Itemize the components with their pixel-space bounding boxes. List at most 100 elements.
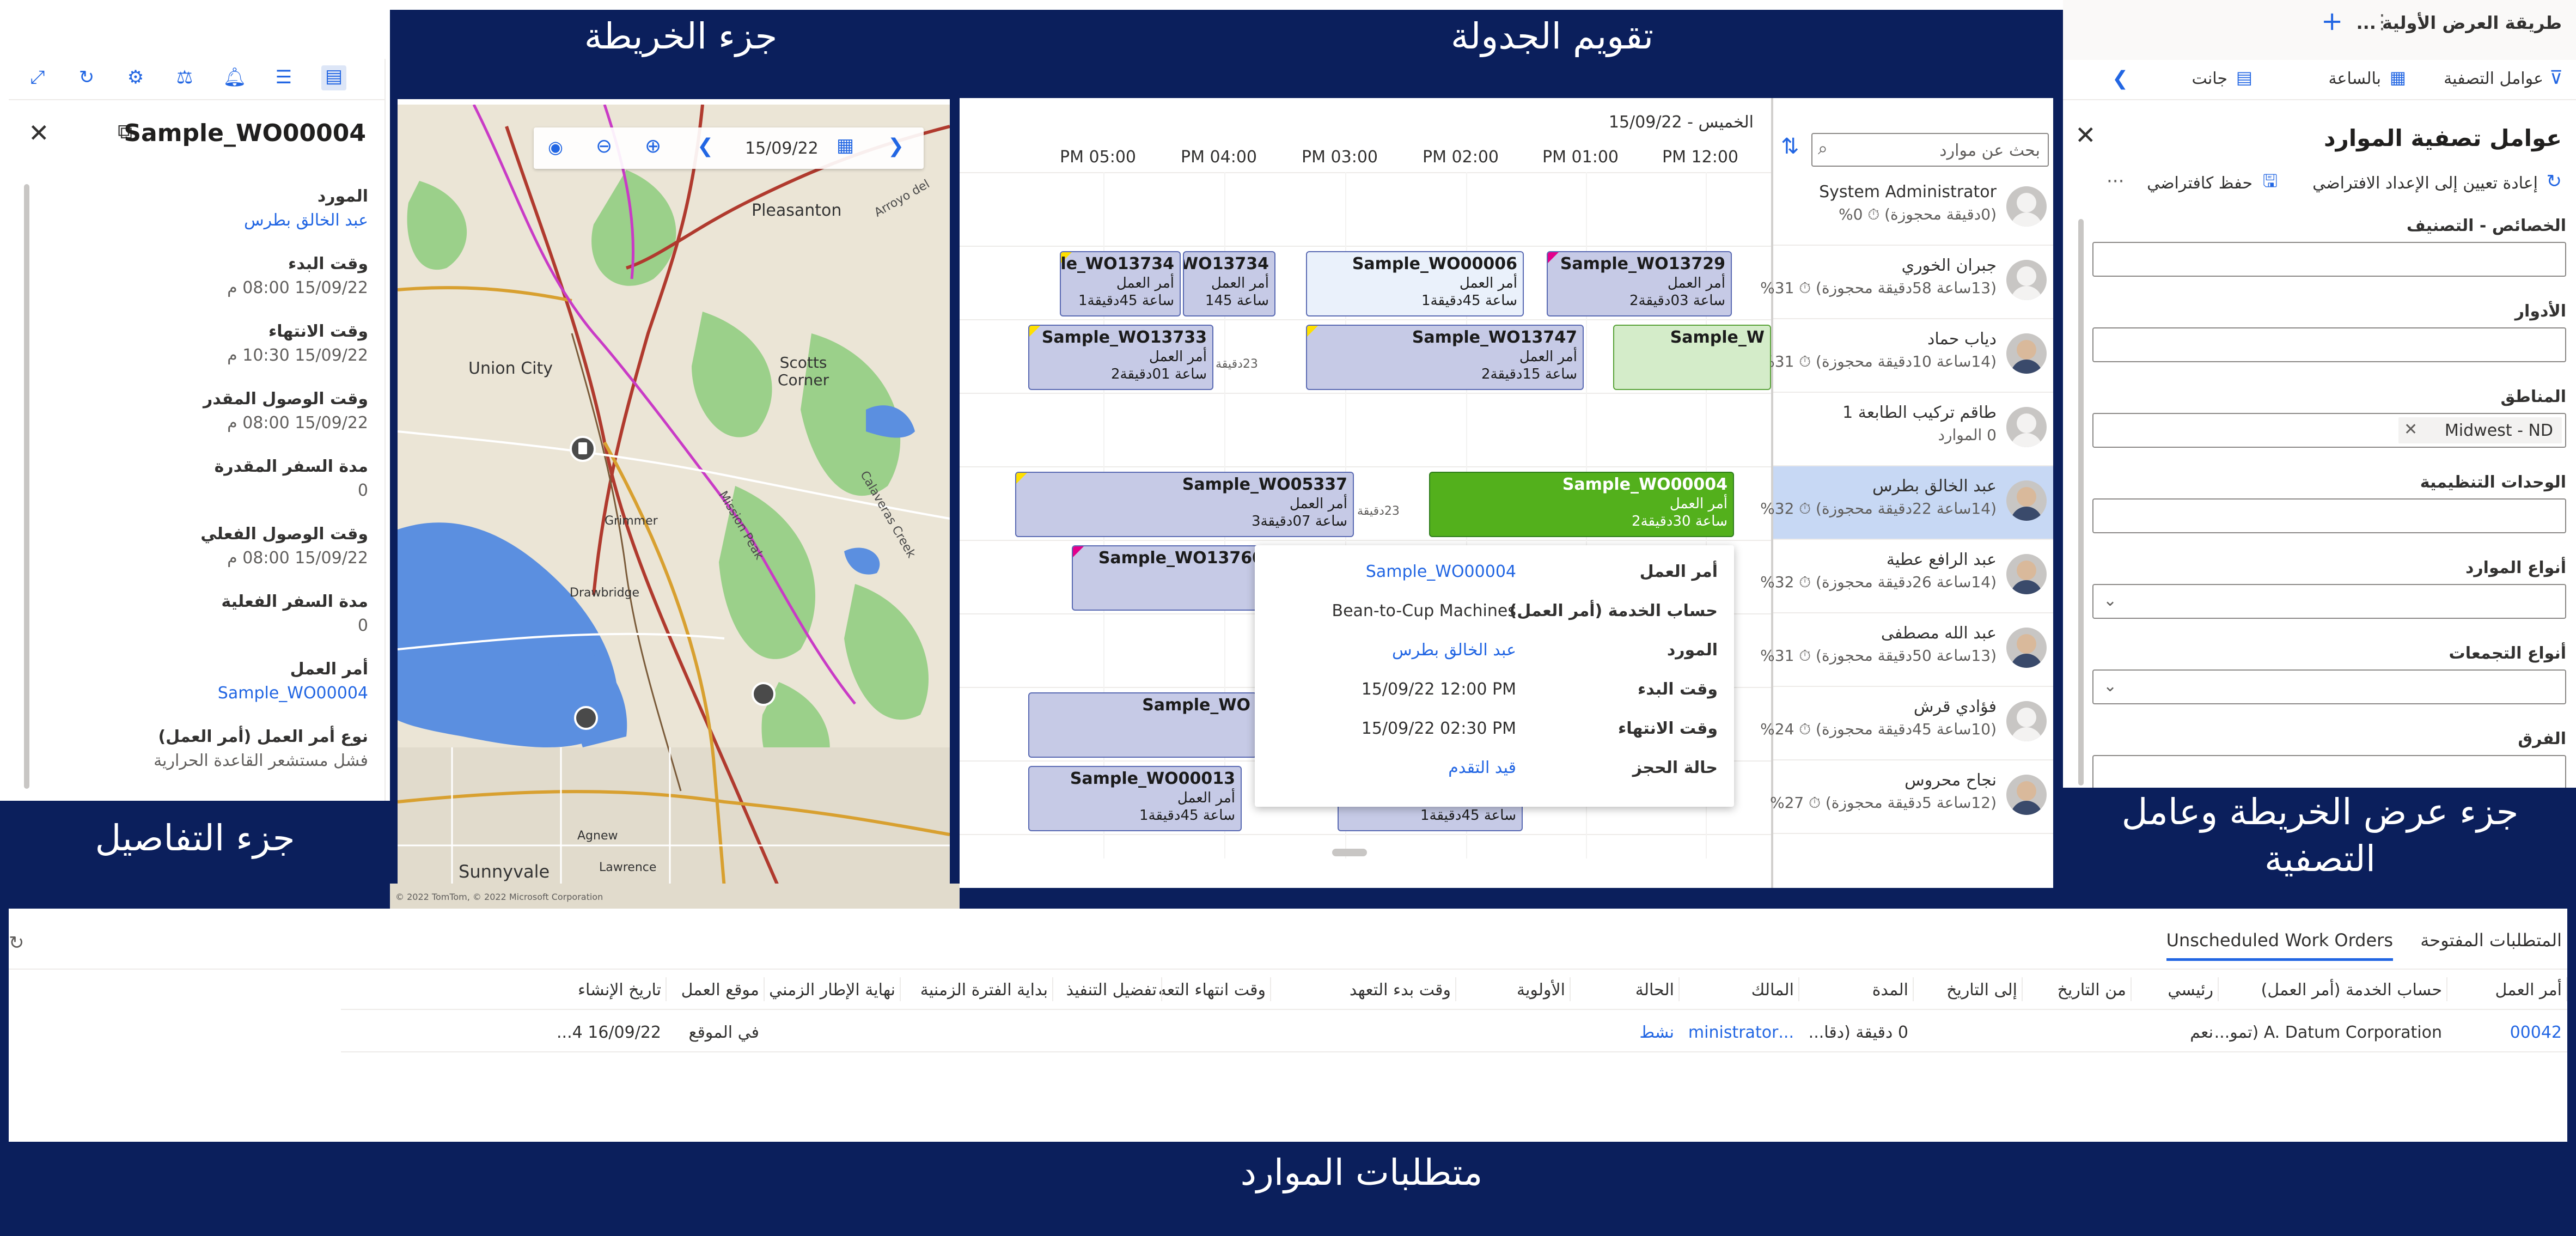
resource-row[interactable]: عبد الله مصطفى (13ساعة 50دقيقة محجوزة) ⏱ … bbox=[1760, 613, 2053, 687]
avatar bbox=[2006, 480, 2047, 521]
filter-button[interactable]: عوامل التصفية bbox=[2444, 69, 2543, 89]
territory-tag[interactable]: Midwest - ND ✕ bbox=[2398, 417, 2562, 443]
refresh-icon[interactable]: ↻ bbox=[9, 932, 25, 954]
gantt-button[interactable]: جانت bbox=[2192, 69, 2228, 89]
hour-button[interactable]: بالساعة bbox=[2328, 69, 2381, 89]
column-header[interactable]: أمر العمل bbox=[2495, 981, 2562, 1000]
reset-default-button[interactable]: إعادة تعيين إلى الإعداد الافتراضي bbox=[2312, 174, 2538, 193]
zoom-in-icon[interactable]: ⊕ bbox=[645, 135, 661, 157]
resource-row[interactable]: جبران الخوري (13ساعة 58دقيقة محجوزة) ⏱ 31… bbox=[1760, 246, 2053, 319]
more-icon[interactable]: ··· bbox=[2107, 171, 2124, 192]
booking-sample_wo13734[interactable]: Sample_WO13734 أمر العمل 1ساعة 45 bbox=[1183, 251, 1275, 316]
booking-mple_wo13734[interactable]: mple_WO13734 أمر العمل 1ساعة 45دقيقة bbox=[1060, 251, 1181, 316]
refresh-icon[interactable]: ↻ bbox=[74, 66, 99, 92]
filter-field[interactable] bbox=[2092, 242, 2566, 277]
resource-row[interactable]: عبد الخالق بطرس (14ساعة 22دقيقة محجوزة) ⏱… bbox=[1760, 466, 2053, 540]
resource-row[interactable]: دياب حماد (14ساعة 10دقيقة محجوزة) ⏱ 31% bbox=[1760, 319, 2053, 393]
booking-sample_wo[interactable]: Sample_WO bbox=[1028, 692, 1257, 758]
column-header[interactable]: نهاية الإطار الزمني bbox=[769, 981, 895, 1000]
booking-sample_wo00004[interactable]: Sample_WO00004 أمر العمل 2ساعة 30دقيقة bbox=[1429, 472, 1734, 537]
list-icon[interactable]: ☰ bbox=[271, 66, 296, 92]
field-value[interactable]: Sample_WO00004 bbox=[218, 684, 368, 703]
column-header[interactable]: رئيسي bbox=[2168, 981, 2213, 1000]
calendar-icon[interactable]: ▦ bbox=[837, 135, 854, 156]
booking-sample_w[interactable]: Sample_W bbox=[1613, 325, 1771, 390]
column-divider bbox=[2218, 977, 2219, 1001]
column-header[interactable]: إلى التاريخ bbox=[1946, 981, 2017, 1000]
tab-unscheduled-work-orders[interactable]: Unscheduled Work Orders bbox=[2166, 930, 2393, 961]
table-cell[interactable]: 00042 bbox=[2510, 1023, 2562, 1042]
chevron-left-icon[interactable]: ❮ bbox=[2112, 68, 2128, 90]
booking-sample_wo00006[interactable]: Sample_WO00006 أمر العمل 1ساعة 45دقيقة bbox=[1306, 251, 1524, 316]
booking-sample_wo13729[interactable]: Sample_WO13729 أمر العمل 2ساعة 03دقيقة bbox=[1547, 251, 1732, 316]
field-value: 0 bbox=[357, 481, 368, 500]
column-header[interactable]: المدة bbox=[1872, 981, 1908, 1000]
prev-date-icon[interactable]: ❮ bbox=[697, 135, 713, 157]
next-date-icon[interactable]: ❯ bbox=[888, 135, 904, 157]
details-title: Sample_WO00004 bbox=[124, 119, 366, 147]
board-grid[interactable]: Sample_WO13729 أمر العمل 2ساعة 03دقيقة Samp… bbox=[960, 172, 1771, 869]
tooltip-value[interactable]: Sample_WO00004 bbox=[1366, 562, 1516, 582]
filter-field[interactable]: ⌄ bbox=[2092, 669, 2566, 704]
details-scrollbar[interactable] bbox=[24, 184, 29, 789]
booking-sample_wo00013[interactable]: Sample_WO00013 أمر العمل 1ساعة 45دقيقة bbox=[1028, 766, 1242, 831]
booking-sample_wo13747[interactable]: Sample_WO13747 أمر العمل 2ساعة 15دقيقة bbox=[1306, 325, 1584, 390]
column-header[interactable]: بداية الفترة الزمنية bbox=[920, 981, 1048, 1000]
booking-type: أمر العمل bbox=[1177, 790, 1235, 806]
table-row[interactable]: 00042 A. Datum Corporation (تمو... نعم 0 دق… bbox=[341, 1011, 2567, 1052]
column-header[interactable]: المالك bbox=[1751, 981, 1794, 1000]
save-default-button[interactable]: حفظ كافتراضي bbox=[2147, 174, 2253, 193]
add-icon[interactable]: + bbox=[2321, 6, 2343, 36]
remove-tag-icon[interactable]: ✕ bbox=[2404, 420, 2418, 440]
column-header[interactable]: الأولوية bbox=[1517, 981, 1565, 1000]
column-header[interactable]: الحالة bbox=[1635, 981, 1674, 1000]
expand-icon[interactable]: ⤢ bbox=[25, 66, 50, 92]
details-icon[interactable]: ▤ bbox=[321, 65, 346, 90]
resource-row[interactable]: نجاح محروس (12ساعة 5دقيقة محجوزة) ⏱ 27% bbox=[1770, 760, 2053, 834]
filter-field[interactable] bbox=[2092, 755, 2566, 788]
column-header[interactable]: موقع العمل bbox=[681, 981, 759, 1000]
tooltip-value[interactable]: عبد الخالق بطرس bbox=[1392, 641, 1516, 660]
filter-field[interactable] bbox=[2092, 327, 2566, 362]
filter-field[interactable] bbox=[2092, 498, 2566, 533]
scale-icon[interactable]: ⚖ bbox=[172, 66, 197, 92]
column-header[interactable]: تفضيل التنفيذ bbox=[1066, 981, 1157, 1000]
sort-icon[interactable]: ⇅ bbox=[1781, 134, 1799, 159]
tab-open-requirements[interactable]: المتطلبات المفتوحة bbox=[2420, 930, 2562, 958]
row-divider bbox=[960, 319, 1771, 320]
table-cell: 0 دقيقة (دقا... bbox=[1808, 1023, 1908, 1042]
search-placeholder: بحث عن موارد bbox=[1939, 141, 2040, 160]
resource-row[interactable]: عبد الرافع عطية (14ساعة 26دقيقة محجوزة) ⏱… bbox=[1760, 540, 2053, 613]
close-icon[interactable]: ✕ bbox=[28, 119, 50, 148]
resource-row[interactable]: فؤادي قرش (10ساعة 45دقيقة محجوزة) ⏱ 24% bbox=[1760, 687, 2053, 760]
filter-field[interactable]: ⌄ bbox=[2092, 584, 2566, 619]
column-header[interactable]: تاريخ الإنشاء bbox=[578, 981, 661, 1000]
booking-sample_wo13760[interactable]: Sample_WO13760 bbox=[1072, 545, 1270, 611]
resource-row[interactable]: System Administrator (0دقيقة محجوزة) ⏱ 0% bbox=[1773, 172, 2053, 246]
field-value[interactable]: عبد الخالق بطرس bbox=[244, 211, 368, 230]
gear-icon[interactable]: ⚙ bbox=[123, 66, 148, 92]
filter-scrollbar[interactable] bbox=[2078, 219, 2084, 786]
column-header[interactable]: حساب الخدمة (أمر العمل) bbox=[2261, 981, 2442, 1000]
more-icon[interactable]: ⋮ bbox=[2372, 11, 2392, 33]
zoom-out-icon[interactable]: ⊖ bbox=[596, 135, 612, 157]
column-header[interactable]: وقت انتهاء التعه bbox=[1158, 981, 1266, 1000]
column-header[interactable]: من التاريخ bbox=[2058, 981, 2126, 1000]
close-icon[interactable]: ✕ bbox=[2075, 121, 2096, 150]
eye-icon[interactable]: ◉ bbox=[548, 137, 563, 157]
bell-icon[interactable]: 🔔︎ bbox=[222, 66, 247, 92]
resource-search[interactable]: ⌕ بحث عن موارد bbox=[1811, 133, 2049, 167]
table-cell[interactable]: نشط bbox=[1639, 1023, 1674, 1042]
booking-sample_wo05337[interactable]: Sample_WO05337 أمر العمل 3ساعة 07دقيقة bbox=[1015, 472, 1354, 537]
board-hscroll[interactable] bbox=[1332, 849, 1367, 856]
filter-section-label: الوحدات التنظيمية bbox=[2420, 473, 2566, 492]
filter-field[interactable]: Midwest - ND ✕ bbox=[2092, 413, 2566, 448]
column-header[interactable]: وقت بدء التعهد bbox=[1350, 981, 1451, 1000]
booking-sample_wo13733[interactable]: Sample_WO13733 أمر العمل 2ساعة 01دقيقة bbox=[1028, 325, 1213, 390]
map-pane[interactable]: Pleasanton Union City Scotts Corner Sunn… bbox=[398, 105, 950, 888]
map-pin bbox=[752, 682, 776, 706]
tooltip-value[interactable]: قيد التقدم bbox=[1448, 758, 1516, 778]
map-canvas[interactable] bbox=[398, 105, 950, 888]
resource-row[interactable]: طاقم تركيب الطابعة 1 0 الموارد bbox=[1773, 393, 2053, 466]
table-cell[interactable]: ...ministrator bbox=[1688, 1023, 1794, 1042]
